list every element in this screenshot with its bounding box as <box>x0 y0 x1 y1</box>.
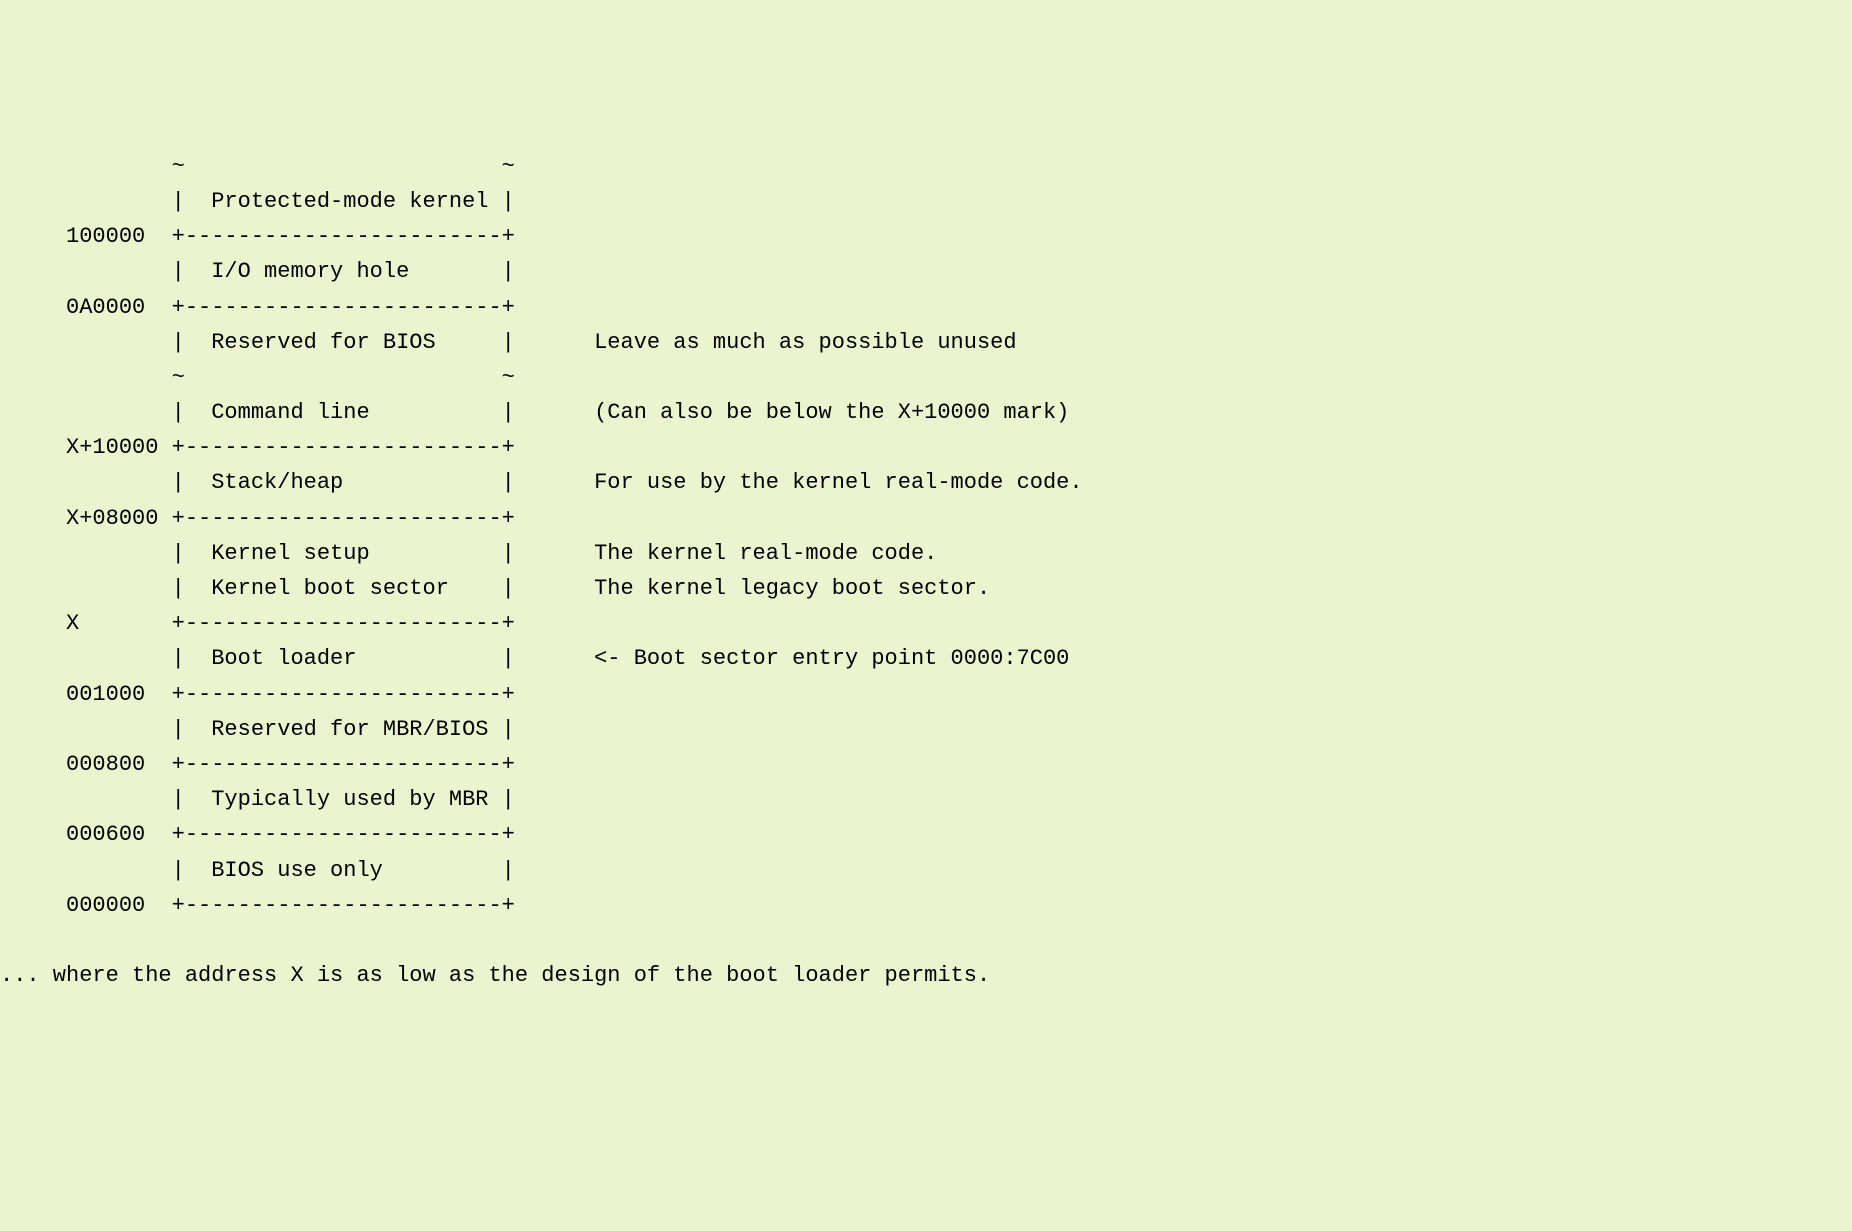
diagram-text: ~ ~ | Protected-mode kernel | 100000 +--… <box>0 154 1083 988</box>
memory-map-diagram: ~ ~ | Protected-mode kernel | 100000 +--… <box>0 141 1852 994</box>
